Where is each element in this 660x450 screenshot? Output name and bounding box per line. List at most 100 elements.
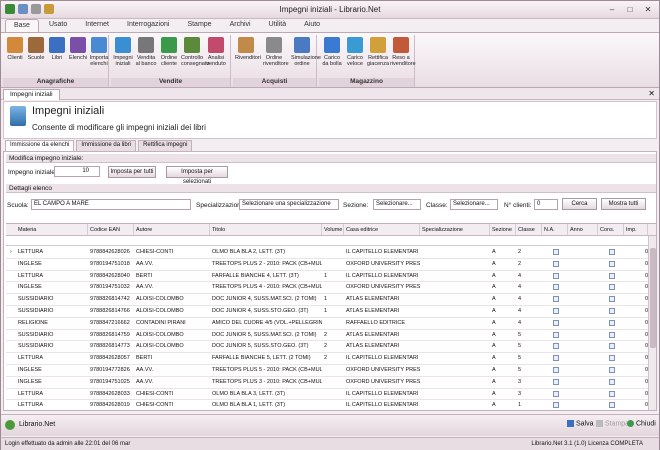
table-row[interactable]: LETTURA 9788842628019 CHIESI-CONTI OLMO BLA… bbox=[6, 400, 648, 410]
ribbon-btn-reso[interactable]: Reso a rivenditore bbox=[390, 37, 416, 67]
cons-checkbox[interactable] bbox=[598, 341, 624, 352]
ribbon-btn-libri[interactable]: Libri bbox=[46, 37, 68, 61]
tab-archivi[interactable]: Archivi bbox=[222, 19, 259, 32]
na-checkbox[interactable] bbox=[542, 306, 568, 317]
table-cell[interactable]: 0 bbox=[624, 400, 648, 410]
cons-checkbox[interactable] bbox=[598, 353, 624, 364]
vertical-scrollbar[interactable] bbox=[648, 236, 656, 410]
cons-checkbox[interactable] bbox=[598, 389, 624, 400]
table-row[interactable]: SUSSIDIARIO 9788826814742 ALOISI-COLOMBO DO… bbox=[6, 294, 648, 306]
cons-checkbox[interactable] bbox=[598, 400, 624, 410]
ribbon-btn-importa[interactable]: Importa elenchi bbox=[88, 37, 110, 67]
table-row[interactable]: SUSSIDIARIO 9788826814773 ALOISI-COLOMBO DO… bbox=[6, 341, 648, 354]
na-checkbox[interactable] bbox=[542, 365, 568, 376]
table-row[interactable]: LETTURA 9788842628033 CHIESI-CONTI OLMO BLA… bbox=[6, 389, 648, 401]
cons-checkbox[interactable] bbox=[598, 271, 624, 282]
table-row[interactable]: LETTURA 9788842628057 BERTI FARFALLE BIANCH… bbox=[6, 353, 648, 365]
cons-checkbox[interactable] bbox=[598, 318, 624, 329]
maximize-icon[interactable]: □ bbox=[623, 4, 637, 15]
table-cell[interactable]: 0 bbox=[624, 318, 648, 329]
grid-filter-row[interactable] bbox=[6, 236, 656, 246]
col-imp[interactable]: Imp. bbox=[624, 224, 648, 235]
cons-checkbox[interactable] bbox=[598, 294, 624, 305]
ribbon-btn-impegni[interactable]: Impegni iniziali bbox=[112, 37, 134, 67]
table-cell[interactable]: 0 bbox=[624, 365, 648, 376]
col-titolo[interactable]: Titolo bbox=[210, 224, 322, 235]
cons-checkbox[interactable] bbox=[598, 377, 624, 388]
mostra-tutti-button[interactable]: Mostra tutti bbox=[601, 198, 646, 210]
na-checkbox[interactable] bbox=[542, 259, 568, 270]
ribbon-btn-ordine-riv[interactable]: Ordine rivenditore bbox=[263, 37, 289, 67]
na-checkbox[interactable] bbox=[542, 271, 568, 282]
close-icon[interactable]: ✕ bbox=[641, 4, 655, 15]
cons-checkbox[interactable] bbox=[598, 330, 624, 341]
col-classe[interactable]: Classe bbox=[516, 224, 542, 235]
table-row[interactable]: › LETTURA 9788842628026 CHIESI-CONTI OLMO BL… bbox=[6, 247, 648, 259]
minimize-icon[interactable]: – bbox=[605, 4, 619, 15]
table-cell[interactable]: 0 bbox=[624, 247, 648, 258]
scroll-thumb[interactable] bbox=[650, 248, 656, 348]
table-row[interactable]: SUSSIDIARIO 9788826814759 ALOISI-COLOMBO DO… bbox=[6, 330, 648, 342]
table-cell[interactable]: 0 bbox=[624, 353, 648, 364]
ribbon-btn-controllo[interactable]: Controllo consegnato bbox=[181, 37, 209, 67]
cons-checkbox[interactable] bbox=[598, 259, 624, 270]
scuola-select[interactable]: EL CAMPO A MARE bbox=[31, 199, 191, 210]
cons-checkbox[interactable] bbox=[598, 365, 624, 376]
impegno-input[interactable]: 10 bbox=[54, 166, 100, 177]
table-row[interactable]: SUSSIDIARIO 9788826814766 ALOISI-COLOMBO DO… bbox=[6, 306, 648, 318]
table-row[interactable]: INGLESE 9780194751025 AA.VV. TREETOPS PLUS … bbox=[6, 377, 648, 389]
na-checkbox[interactable] bbox=[542, 389, 568, 400]
salva-button[interactable]: Salva bbox=[567, 420, 593, 427]
ribbon-btn-carico-bolla[interactable]: Carico da bolla bbox=[321, 37, 343, 67]
col-autore[interactable]: Autore bbox=[134, 224, 210, 235]
ribbon-btn-elenchi[interactable]: Elenchi bbox=[67, 37, 89, 61]
table-cell[interactable]: 0 bbox=[624, 389, 648, 400]
col-materia[interactable]: Materia bbox=[16, 224, 88, 235]
col-volume[interactable]: Volume bbox=[322, 224, 344, 235]
imposta-selezionati-button[interactable]: Imposta per selezionati bbox=[166, 166, 228, 185]
doc-tab-impegni[interactable]: Impegni iniziali bbox=[3, 89, 60, 100]
na-checkbox[interactable] bbox=[542, 377, 568, 388]
tab-usato[interactable]: Usato bbox=[41, 19, 75, 32]
tab-interrogazioni[interactable]: Interrogazioni bbox=[119, 19, 177, 32]
na-checkbox[interactable] bbox=[542, 247, 568, 258]
imposta-tutti-button[interactable]: Imposta per tutti bbox=[108, 166, 156, 178]
table-row[interactable]: RELIGIONE 9788847216662 CONTADINI PIRANI AM… bbox=[6, 318, 648, 330]
ribbon-btn-simulazione[interactable]: Simulazione ordine bbox=[291, 37, 321, 67]
tab-base[interactable]: Base bbox=[5, 19, 39, 32]
na-checkbox[interactable] bbox=[542, 353, 568, 364]
sezione-select[interactable]: Selezionare... bbox=[373, 199, 421, 210]
na-checkbox[interactable] bbox=[542, 330, 568, 341]
tab-immissione-libri[interactable]: Immissione da libri bbox=[76, 140, 137, 151]
cons-checkbox[interactable] bbox=[598, 306, 624, 317]
table-cell[interactable]: 0 bbox=[624, 259, 648, 270]
ribbon-btn-carico-veloce[interactable]: Carico veloce bbox=[344, 37, 366, 67]
tab-rettifica-impegni[interactable]: Rettifica impegni bbox=[138, 140, 193, 151]
table-cell[interactable]: 0 bbox=[624, 282, 648, 293]
close-icon[interactable]: ✕ bbox=[648, 89, 655, 98]
table-row[interactable]: INGLESE 9780194751018 AA.VV. TREETOPS PLUS … bbox=[6, 259, 648, 271]
table-row[interactable]: LETTURA 9788842628040 BERTI FARFALLE BIANCH… bbox=[6, 271, 648, 283]
col-spec[interactable]: Specializzazione bbox=[420, 224, 490, 235]
col-sezione[interactable]: Sezione bbox=[490, 224, 516, 235]
ribbon-btn-scuole[interactable]: Scuole bbox=[25, 37, 47, 61]
table-cell[interactable]: 0 bbox=[624, 306, 648, 317]
col-ean[interactable]: Codice EAN bbox=[88, 224, 134, 235]
table-row[interactable]: INGLESE 9780194751032 AA.VV. TREETOPS PLUS … bbox=[6, 282, 648, 295]
cons-checkbox[interactable] bbox=[598, 247, 624, 258]
ribbon-btn-vendita[interactable]: Vendita al banco bbox=[135, 37, 157, 67]
cerca-button[interactable]: Cerca bbox=[562, 198, 597, 210]
tab-immissione-elenchi[interactable]: Immissione da elenchi bbox=[5, 140, 75, 151]
table-row[interactable]: INGLESE 9780194772826 AA.VV. TREETOPS PLUS … bbox=[6, 365, 648, 377]
na-checkbox[interactable] bbox=[542, 282, 568, 293]
stampa-button[interactable]: Stampa bbox=[596, 420, 629, 427]
tab-aiuto[interactable]: Aiuto bbox=[296, 19, 328, 32]
na-checkbox[interactable] bbox=[542, 294, 568, 305]
table-cell[interactable]: 0 bbox=[624, 341, 648, 352]
ribbon-btn-ordine-cliente[interactable]: Ordine cliente bbox=[158, 37, 180, 67]
ribbon-btn-rettifica[interactable]: Rettifica giacenza bbox=[367, 37, 389, 67]
tab-utilita[interactable]: Utilità bbox=[261, 19, 295, 32]
table-cell[interactable]: 0 bbox=[624, 330, 648, 341]
na-checkbox[interactable] bbox=[542, 341, 568, 352]
table-cell[interactable]: 0 bbox=[624, 294, 648, 305]
